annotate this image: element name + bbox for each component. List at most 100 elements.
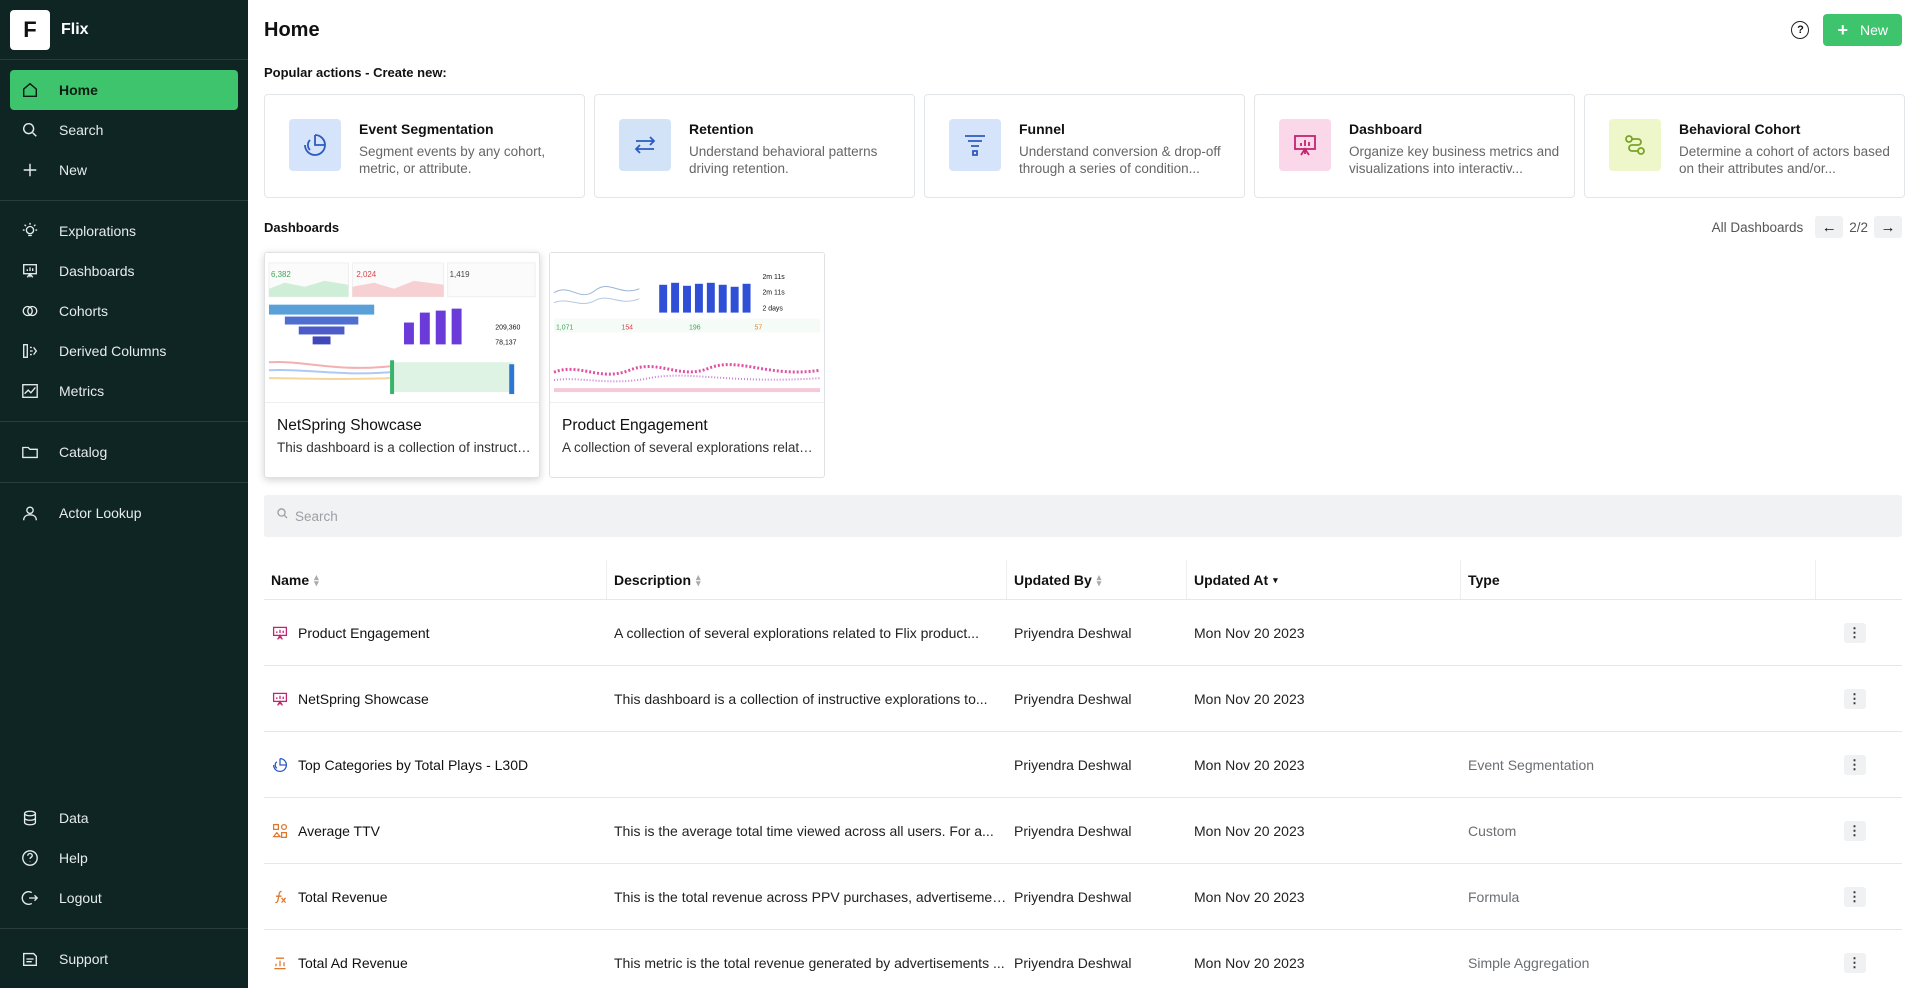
sidebar-item-derived-columns[interactable]: Derived Columns [10, 331, 238, 371]
row-description: This dashboard is a collection of instru… [614, 690, 988, 707]
sidebar-item-new[interactable]: New [10, 150, 238, 190]
dashboards-pager: All Dashboards ← 2/2 → [1712, 216, 1902, 238]
app-logo[interactable]: F [10, 9, 50, 50]
dashboard-thumbnail-image: 2m 11s 2m 11s 2 days 1,071 154 196 57 [550, 253, 824, 402]
row-type: Simple Aggregation [1468, 954, 1590, 971]
sidebar-item-dashboards[interactable]: Dashboards [10, 251, 238, 291]
row-type: Formula [1468, 888, 1520, 905]
sort-icon: ▴ ▾ [1096, 571, 1102, 588]
sidebar-item-catalog[interactable]: Catalog [10, 432, 238, 472]
action-description: Determine a cohort of actors based on th… [1679, 144, 1890, 176]
row-name[interactable]: Product Engagement [298, 625, 430, 641]
row-menu-button[interactable]: ⋮ [1843, 952, 1866, 973]
sidebar-item-search[interactable]: Search [10, 110, 238, 150]
support-section: Support [0, 928, 248, 988]
plus-icon [20, 160, 40, 180]
row-name[interactable]: Top Categories by Total Plays - L30D [298, 757, 528, 773]
create-behavioral-cohort-card[interactable]: Behavioral Cohort Determine a cohort of … [1584, 94, 1905, 198]
sidebar-item-actor-lookup[interactable]: Actor Lookup [10, 493, 238, 533]
dashboard-card[interactable]: 6,382 2,024 1,419 209,360 78,137 NetSpri… [264, 252, 540, 478]
sidebar-item-home[interactable]: Home [10, 70, 238, 110]
next-page-button[interactable]: → [1874, 216, 1902, 238]
search-input[interactable] [295, 508, 1759, 524]
new-button[interactable]: + New [1823, 14, 1902, 46]
row-name[interactable]: Total Revenue [298, 889, 388, 905]
create-event-segmentation-card[interactable]: Event Segmentation Segment events by any… [264, 94, 585, 198]
folder-icon [20, 442, 40, 462]
sort-icon: ▴ ▾ [314, 571, 319, 588]
create-funnel-card[interactable]: Funnel Understand conversion & drop-off … [924, 94, 1245, 198]
popular-actions-label: Popular actions - Create new: [264, 65, 447, 80]
help-icon [20, 848, 40, 868]
prev-page-button[interactable]: ← [1815, 216, 1844, 238]
content-nav: Explorations Dashboards Cohorts Derived … [0, 201, 248, 422]
dashboard-icon [20, 261, 40, 281]
create-dashboard-card[interactable]: Dashboard Organize key business metrics … [1254, 94, 1575, 198]
all-dashboards-link[interactable]: All Dashboards [1712, 220, 1804, 235]
actor-nav: Actor Lookup [0, 483, 248, 543]
sidebar-item-label: Derived Columns [59, 343, 167, 359]
dashboard-title: NetSpring Showcase [277, 417, 422, 434]
table-row[interactable]: Top Categories by Total Plays - L30D Pri… [264, 732, 1902, 798]
row-updated-at: Mon Nov 20 2023 [1194, 690, 1305, 707]
sidebar-item-explorations[interactable]: Explorations [10, 211, 238, 251]
thumbnail-number: 6,382 [271, 270, 291, 279]
cohorts-icon [20, 301, 40, 321]
workspace-name[interactable]: Flix [61, 21, 89, 39]
database-icon [20, 808, 40, 828]
row-menu-button[interactable]: ⋮ [1843, 688, 1866, 709]
sidebar-item-help[interactable]: Help [10, 838, 238, 878]
row-menu-button[interactable]: ⋮ [1843, 886, 1866, 907]
row-updated-by: Priyendra Deshwal [1014, 624, 1132, 641]
row-updated-by: Priyendra Deshwal [1014, 888, 1132, 905]
table-row[interactable]: Product Engagement A collection of sever… [264, 600, 1902, 666]
sidebar-item-label: Dashboards [59, 263, 135, 279]
dashboard-card[interactable]: 2m 11s 2m 11s 2 days 1,071 154 196 57 Pr… [549, 252, 825, 478]
table-row[interactable]: Total Ad Revenue This metric is the tota… [264, 930, 1902, 988]
metrics-icon [20, 381, 40, 401]
row-menu-button[interactable]: ⋮ [1843, 754, 1866, 775]
row-updated-by: Priyendra Deshwal [1014, 690, 1132, 707]
sidebar-item-label: Search [59, 122, 104, 138]
column-header-updated-at[interactable]: Updated At ▾ [1187, 560, 1461, 599]
create-retention-card[interactable]: Retention Understand behavioral patterns… [594, 94, 915, 198]
search-bar [264, 495, 1902, 537]
sidebar-item-support[interactable]: Support [10, 939, 238, 979]
sidebar-item-metrics[interactable]: Metrics [10, 371, 238, 411]
search-icon [20, 120, 40, 140]
row-updated-by: Priyendra Deshwal [1014, 822, 1132, 839]
row-menu-button[interactable]: ⋮ [1843, 820, 1866, 841]
table-row[interactable]: Average TTV This is the average total ti… [264, 798, 1902, 864]
row-updated-at: Mon Nov 20 2023 [1194, 756, 1305, 773]
column-header-name[interactable]: Name ▴ ▾ [264, 560, 607, 599]
column-header-updated-by[interactable]: Updated By ▴ ▾ [1007, 560, 1187, 599]
dashboards-label: Dashboards [264, 219, 340, 235]
sidebar-item-cohorts[interactable]: Cohorts [10, 291, 238, 331]
column-header-description[interactable]: Description ▴ ▾ [607, 560, 1007, 599]
aggregation-icon [271, 954, 289, 972]
items-table: Name ▴ ▾ Description ▴ ▾ Updated By ▴ ▾ Update… [264, 560, 1902, 988]
page-title: Home [264, 18, 320, 41]
row-name[interactable]: NetSpring Showcase [298, 691, 429, 707]
logout-icon [20, 888, 40, 908]
sidebar-bottom: Data Help Logout Support [0, 788, 248, 988]
row-menu-button[interactable]: ⋮ [1843, 622, 1866, 643]
table-row[interactable]: Total Revenue This is the total revenue … [264, 864, 1902, 930]
sidebar-item-label: Support [59, 950, 109, 967]
row-description: This is the total revenue across PPV pur… [614, 888, 1007, 905]
sidebar-item-logout[interactable]: Logout [10, 878, 238, 918]
row-name[interactable]: Average TTV [298, 823, 380, 839]
column-header-type[interactable]: Type [1461, 560, 1816, 599]
row-updated-at: Mon Nov 20 2023 [1194, 822, 1305, 839]
row-updated-at: Mon Nov 20 2023 [1194, 954, 1305, 971]
thumbnail-number: 2m 11s [762, 290, 785, 297]
sidebar-item-label: Actor Lookup [59, 505, 142, 521]
table-row[interactable]: NetSpring Showcase This dashboard is a c… [264, 666, 1902, 732]
custom-metric-icon [271, 822, 289, 840]
sidebar-item-data[interactable]: Data [10, 798, 238, 838]
help-icon[interactable]: ? [1791, 21, 1810, 39]
lightbulb-icon [20, 221, 40, 241]
event-segmentation-icon [271, 756, 289, 774]
thumbnail-number: 78,137 [495, 339, 516, 346]
row-name[interactable]: Total Ad Revenue [298, 955, 408, 971]
